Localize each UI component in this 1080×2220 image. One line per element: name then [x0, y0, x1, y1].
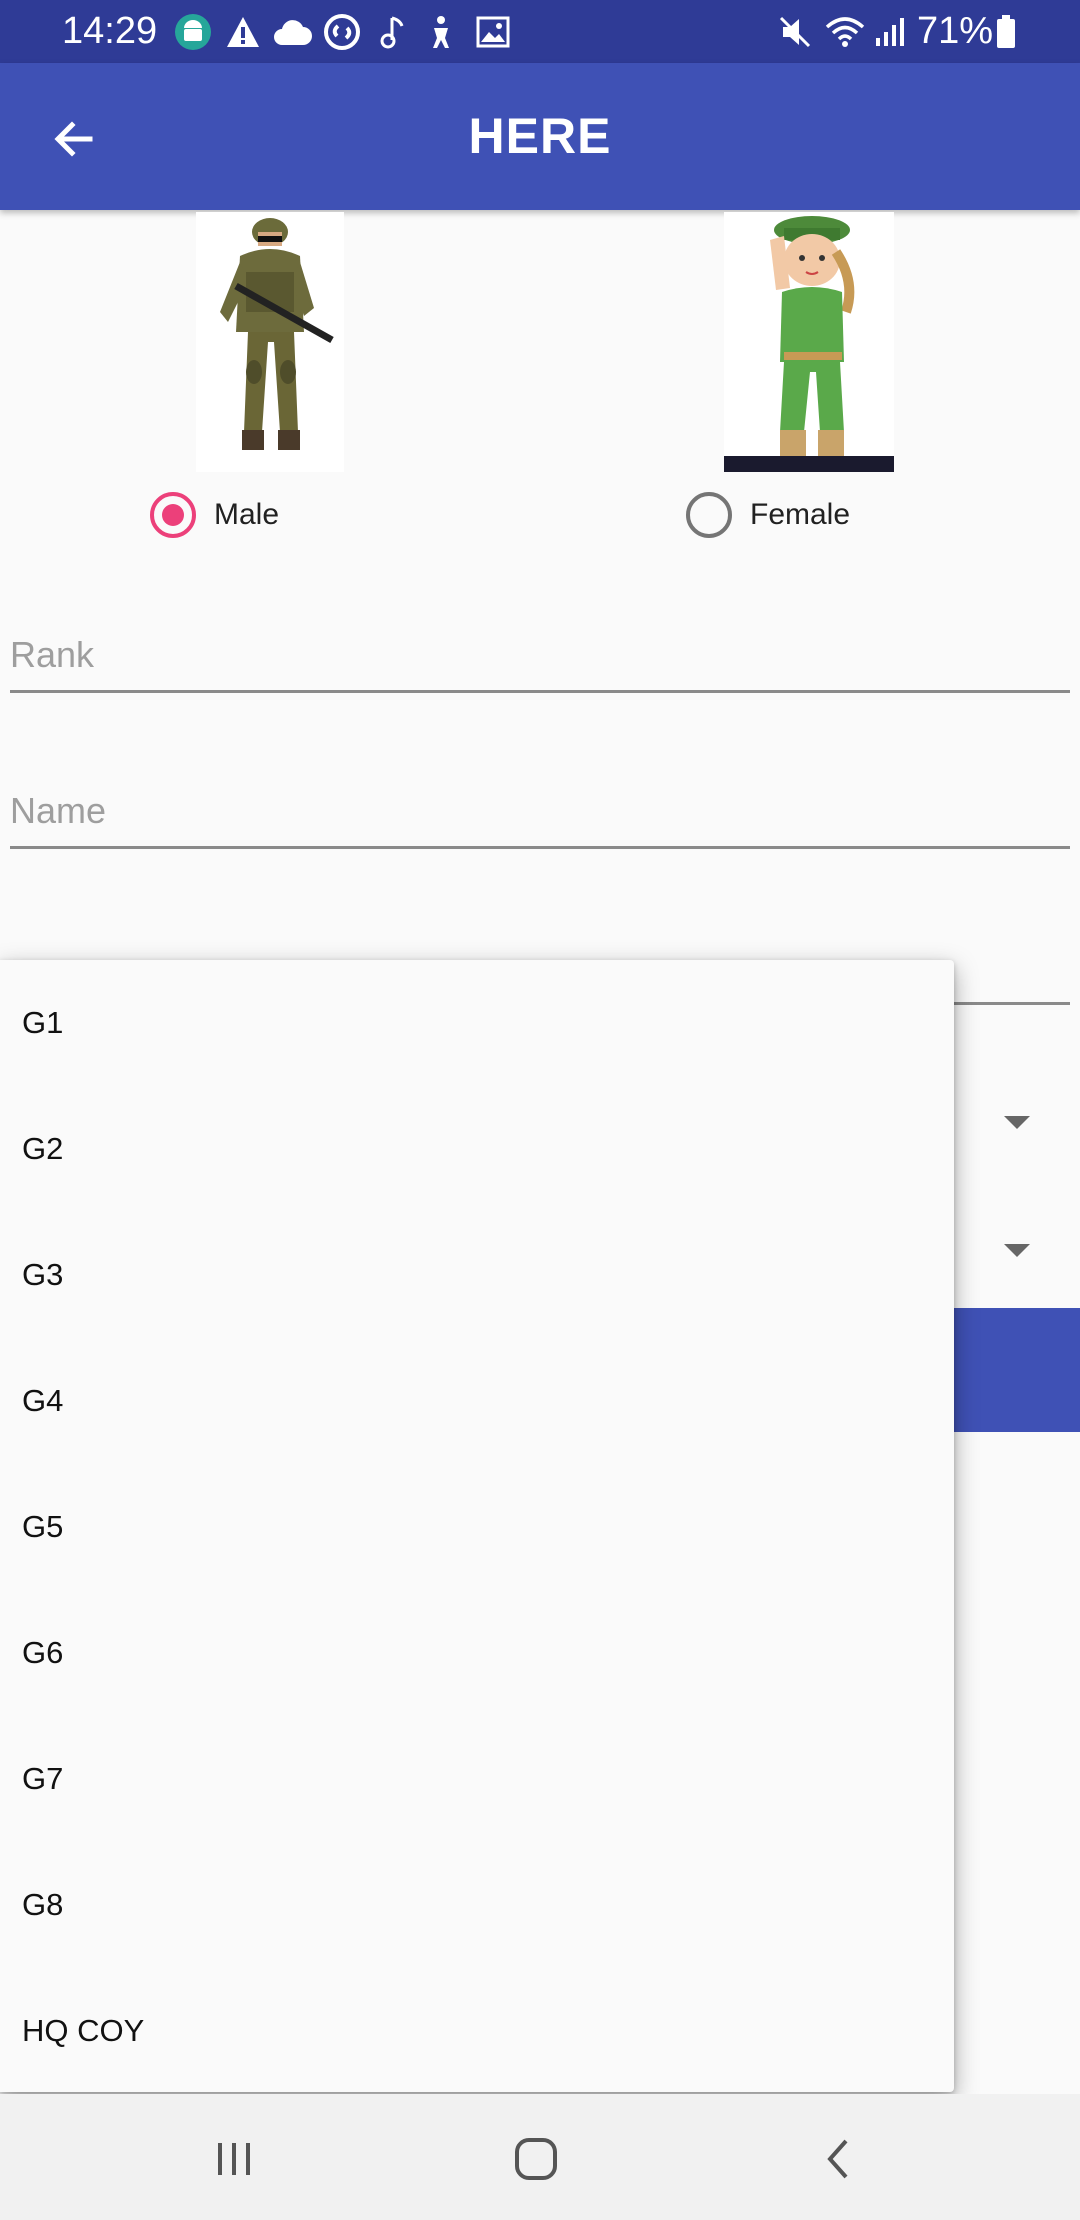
signal-icon: [874, 12, 906, 52]
nav-back-button[interactable]: [798, 2124, 878, 2194]
dropdown-item-g7[interactable]: G7: [0, 1716, 954, 1842]
chevron-down-icon[interactable]: [1004, 1244, 1030, 1257]
dropdown-item-g8[interactable]: G8: [0, 1842, 954, 1968]
accessibility-icon: [426, 12, 456, 52]
mute-icon: [778, 12, 812, 52]
cloud-icon: [272, 12, 312, 52]
dropdown-item-g4[interactable]: G4: [0, 1338, 954, 1464]
dropdown-item-g6[interactable]: G6: [0, 1590, 954, 1716]
dropdown-item-g5[interactable]: G5: [0, 1464, 954, 1590]
rank-input[interactable]: [10, 634, 1070, 690]
android-icon: [174, 12, 212, 52]
image-icon: [476, 12, 510, 52]
name-field[interactable]: [10, 790, 1070, 849]
rank-field[interactable]: [10, 634, 1070, 693]
dropdown-item-g3[interactable]: G3: [0, 1212, 954, 1338]
dropdown-item-hq-coy[interactable]: HQ COY: [0, 1968, 954, 2094]
recent-apps-icon: [218, 2143, 250, 2175]
home-icon: [515, 2138, 557, 2180]
male-radio-option[interactable]: Male: [150, 492, 279, 538]
dropdown-item-g1[interactable]: G1: [0, 960, 954, 1086]
music-note-icon: [378, 12, 406, 52]
back-icon: [827, 2139, 848, 2179]
status-time: 14:29: [62, 10, 158, 52]
status-bar: 14:29 71%: [0, 0, 1080, 63]
female-radio-option[interactable]: Female: [686, 492, 850, 538]
warning-icon: [225, 12, 261, 52]
male-soldier-image[interactable]: [196, 212, 344, 472]
battery-percentage: 71%: [917, 10, 994, 52]
page-title: HERE: [468, 108, 612, 164]
male-radio-button[interactable]: [150, 492, 196, 538]
male-radio-label: Male: [214, 498, 280, 531]
app-bar: HERE: [0, 63, 1080, 210]
dropdown-popup: G1 G2 G3 G4 G5 G6 G7 G8 HQ COY: [0, 960, 954, 2092]
dropdown-item-g2[interactable]: G2: [0, 1086, 954, 1212]
female-radio-button[interactable]: [686, 492, 732, 538]
chevron-down-icon[interactable]: [1004, 1116, 1030, 1129]
home-button[interactable]: [496, 2124, 576, 2194]
name-input[interactable]: [10, 790, 1070, 846]
navigation-bar: [0, 2094, 1080, 2220]
shazam-icon: [324, 12, 360, 52]
female-soldier-image[interactable]: [724, 212, 894, 472]
recent-apps-button[interactable]: [194, 2124, 274, 2194]
battery-icon: [996, 12, 1016, 52]
female-radio-label: Female: [750, 498, 851, 531]
wifi-icon: [824, 12, 866, 52]
submit-button[interactable]: [950, 1308, 1080, 1432]
